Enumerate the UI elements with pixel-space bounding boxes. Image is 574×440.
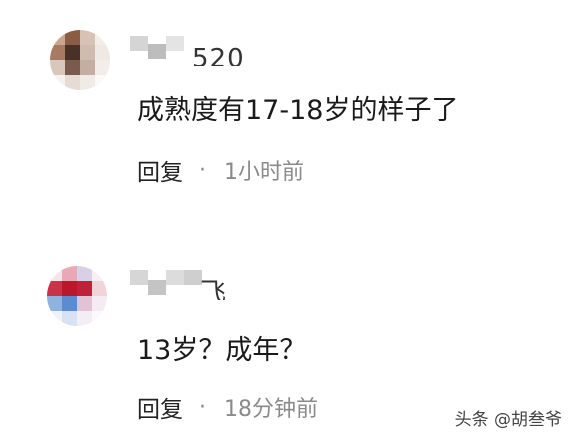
avatar-pixel	[65, 45, 80, 60]
avatar-pixel	[95, 60, 110, 75]
username-blur	[130, 270, 202, 300]
comment-meta: 回复 · 18分钟前	[137, 390, 318, 424]
comment-text: 成熟度有17-18岁的样子了	[137, 95, 459, 126]
separator-dot: ·	[199, 157, 206, 183]
avatar-pixel	[65, 75, 80, 90]
comment-item: 520 成熟度有17-18岁的样子了 回复 · 1小时前	[0, 0, 574, 250]
avatar-pixel	[92, 311, 107, 326]
avatar-pixel	[77, 281, 92, 296]
avatar-mosaic	[50, 30, 110, 90]
avatar-pixel	[50, 75, 65, 90]
timestamp: 1小时前	[224, 160, 304, 185]
avatar-pixel	[62, 266, 77, 281]
avatar-pixel	[65, 60, 80, 75]
avatar-pixel	[47, 266, 62, 281]
timestamp: 18分钟前	[224, 397, 318, 422]
username-visible-part: 飞	[200, 278, 228, 300]
avatar-pixel	[62, 281, 77, 296]
avatar-pixel	[77, 266, 92, 281]
avatar-pixel	[47, 311, 62, 326]
username-visible-part: 520	[192, 44, 245, 66]
avatar-pixel	[80, 60, 95, 75]
comment-text: 13岁？成年？	[137, 335, 307, 366]
avatar-pixel	[92, 266, 107, 281]
avatar-pixel	[77, 296, 92, 311]
avatar-pixel	[80, 30, 95, 45]
avatar-pixel	[92, 296, 107, 311]
avatar-pixel	[65, 30, 80, 45]
avatar-mosaic	[47, 266, 107, 326]
avatar-pixel	[80, 45, 95, 60]
reply-button[interactable]: 回复	[137, 153, 183, 187]
avatar[interactable]	[47, 266, 107, 326]
avatar-pixel	[80, 75, 95, 90]
avatar-pixel	[92, 281, 107, 296]
watermark: 头条 @胡叁爷	[454, 410, 562, 430]
comment-meta: 回复 · 1小时前	[137, 153, 304, 187]
avatar-pixel	[95, 45, 110, 60]
avatar-pixel	[47, 296, 62, 311]
avatar-pixel	[50, 60, 65, 75]
avatar-pixel	[62, 296, 77, 311]
username[interactable]: 520	[130, 36, 250, 66]
avatar-pixel	[62, 311, 77, 326]
reply-button[interactable]: 回复	[137, 390, 183, 424]
avatar-pixel	[50, 45, 65, 60]
avatar-pixel	[95, 30, 110, 45]
avatar[interactable]	[50, 30, 110, 90]
avatar-pixel	[50, 30, 65, 45]
username[interactable]: 飞	[130, 270, 230, 300]
avatar-pixel	[95, 75, 110, 90]
username-blur	[130, 36, 184, 66]
separator-dot: ·	[199, 394, 206, 420]
avatar-pixel	[77, 311, 92, 326]
avatar-pixel	[47, 281, 62, 296]
